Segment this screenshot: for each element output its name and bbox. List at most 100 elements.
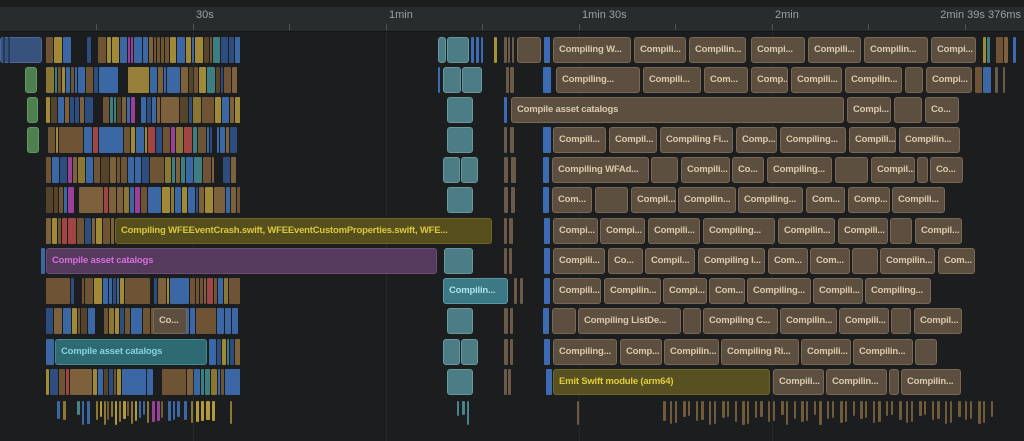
task-bar[interactable] bbox=[517, 37, 541, 63]
task-stripe-cluster[interactable] bbox=[46, 157, 240, 183]
task-bar[interactable]: Compili... bbox=[634, 37, 686, 63]
task-sliver[interactable] bbox=[504, 157, 508, 183]
task-bar[interactable]: Compili... bbox=[553, 127, 606, 153]
task-bar[interactable]: Compil... bbox=[915, 218, 962, 244]
task-bar[interactable]: Com... bbox=[938, 248, 975, 274]
task-bar[interactable]: Com... bbox=[552, 187, 592, 213]
task-bar[interactable]: Compili... bbox=[892, 187, 945, 213]
task-bar[interactable]: Compiling WFAd... bbox=[552, 157, 649, 183]
task-bar[interactable]: Com... bbox=[709, 278, 745, 304]
task-bar[interactable]: Compil... bbox=[609, 127, 657, 153]
task-stripe-cluster[interactable] bbox=[46, 187, 240, 213]
task-stripe-cluster[interactable] bbox=[46, 308, 240, 334]
task-stripe-cluster[interactable] bbox=[41, 248, 45, 274]
task-sliver[interactable] bbox=[8, 37, 10, 63]
task-bar[interactable]: Compi... bbox=[931, 37, 976, 63]
task-sliver[interactable] bbox=[511, 157, 516, 183]
task-bar[interactable] bbox=[889, 369, 899, 395]
task-bar[interactable]: Compil... bbox=[631, 187, 676, 213]
task-stripe-cluster[interactable] bbox=[975, 67, 991, 93]
task-bar[interactable]: Compilin... bbox=[880, 248, 935, 274]
task-bar[interactable]: Compilin... bbox=[826, 369, 887, 395]
task-sliver[interactable] bbox=[510, 67, 514, 93]
task-bar[interactable] bbox=[438, 37, 446, 63]
task-bar[interactable]: Compili... bbox=[838, 218, 888, 244]
task-bar[interactable]: Compili... bbox=[791, 67, 842, 93]
task-sliver[interactable] bbox=[544, 248, 550, 274]
task-bar[interactable]: Comp... bbox=[751, 67, 788, 93]
task-sliver[interactable] bbox=[504, 37, 507, 63]
task-sliver[interactable] bbox=[544, 218, 550, 244]
task-bar[interactable] bbox=[543, 127, 551, 153]
task-bar[interactable]: Com... bbox=[806, 187, 845, 213]
task-bar[interactable] bbox=[891, 308, 911, 334]
task-sliver[interactable] bbox=[471, 37, 474, 63]
task-bar[interactable]: Comp... bbox=[736, 127, 777, 153]
task-bar[interactable]: Compiling... bbox=[703, 218, 775, 244]
task-sliver[interactable] bbox=[543, 187, 549, 213]
task-sliver[interactable] bbox=[1003, 67, 1005, 93]
task-bar[interactable]: Compile asset catalogs bbox=[511, 97, 844, 123]
task-bar[interactable] bbox=[683, 308, 701, 334]
task-stripe-cluster[interactable] bbox=[46, 369, 240, 395]
task-bar[interactable]: Compil... bbox=[645, 248, 695, 274]
task-bar[interactable]: Co... bbox=[153, 308, 187, 334]
task-sliver[interactable] bbox=[509, 248, 512, 274]
task-sliver[interactable] bbox=[510, 308, 513, 334]
task-bar[interactable]: Compi... bbox=[847, 97, 891, 123]
task-sliver[interactable] bbox=[504, 369, 507, 395]
task-bar[interactable]: Compilin... bbox=[689, 37, 746, 63]
task-bar[interactable]: Co... bbox=[732, 157, 764, 183]
task-bar[interactable]: Compili... bbox=[808, 37, 861, 63]
task-sliver[interactable] bbox=[504, 339, 508, 365]
task-sliver[interactable] bbox=[512, 37, 514, 63]
task-bar[interactable]: Compiling... bbox=[865, 278, 931, 304]
task-bar[interactable]: Compiling... bbox=[747, 278, 811, 304]
task-bar[interactable] bbox=[461, 339, 478, 365]
task-sliver[interactable] bbox=[546, 369, 552, 395]
task-bar[interactable]: Compilin... bbox=[664, 339, 719, 365]
task-bar[interactable]: Comp... bbox=[620, 339, 662, 365]
task-bar[interactable] bbox=[905, 67, 923, 93]
task-bar[interactable]: Compili... bbox=[553, 278, 601, 304]
task-sliver[interactable] bbox=[504, 187, 508, 213]
task-bar[interactable]: Compilin... bbox=[443, 278, 508, 304]
task-bar[interactable]: Compilin... bbox=[604, 278, 661, 304]
task-bar[interactable]: Compil... bbox=[871, 157, 915, 183]
task-bar[interactable]: Compiling... bbox=[553, 339, 617, 365]
task-sliver[interactable] bbox=[544, 278, 550, 304]
task-bar[interactable] bbox=[543, 67, 551, 93]
task-bar[interactable]: Compili... bbox=[839, 308, 889, 334]
task-bar[interactable] bbox=[835, 157, 868, 183]
task-bar[interactable]: Co... bbox=[930, 157, 963, 183]
task-bar[interactable]: Com... bbox=[768, 248, 808, 274]
task-bar[interactable]: Compili... bbox=[773, 369, 824, 395]
task-bar[interactable]: Compilin... bbox=[780, 308, 837, 334]
task-sliver[interactable] bbox=[481, 37, 483, 63]
task-bar[interactable]: Compili... bbox=[648, 218, 700, 244]
task-sliver[interactable] bbox=[995, 67, 998, 93]
task-bar[interactable] bbox=[852, 248, 878, 274]
task-bar[interactable]: Co... bbox=[925, 97, 959, 123]
task-bar[interactable]: Compili... bbox=[553, 248, 605, 274]
task-bar[interactable]: Compiling W... bbox=[553, 37, 631, 63]
task-sliver[interactable] bbox=[510, 127, 514, 153]
task-sliver[interactable] bbox=[509, 218, 513, 244]
task-sliver[interactable] bbox=[504, 127, 507, 153]
task-bar[interactable] bbox=[894, 97, 922, 123]
task-sliver[interactable] bbox=[508, 369, 511, 395]
task-bar[interactable] bbox=[447, 187, 473, 213]
task-stripe-cluster[interactable] bbox=[46, 278, 240, 304]
task-sliver[interactable] bbox=[510, 339, 513, 365]
task-bar[interactable]: Compi... bbox=[663, 278, 707, 304]
task-bar[interactable] bbox=[27, 127, 39, 153]
task-bar[interactable]: Compile asset catalogs bbox=[55, 339, 207, 365]
task-bar[interactable]: Compiling... bbox=[556, 67, 640, 93]
task-bar[interactable]: Compiling Fi... bbox=[660, 127, 733, 153]
task-stripe-cluster[interactable] bbox=[46, 339, 54, 365]
task-bar[interactable]: Compile asset catalogs bbox=[46, 248, 437, 274]
task-sliver[interactable] bbox=[543, 308, 549, 334]
task-bar[interactable]: Compiling WFEEventCrash.swift, WFEEventC… bbox=[115, 218, 492, 244]
task-bar[interactable]: Emit Swift module (arm64) bbox=[553, 369, 770, 395]
task-bar[interactable] bbox=[444, 248, 473, 274]
